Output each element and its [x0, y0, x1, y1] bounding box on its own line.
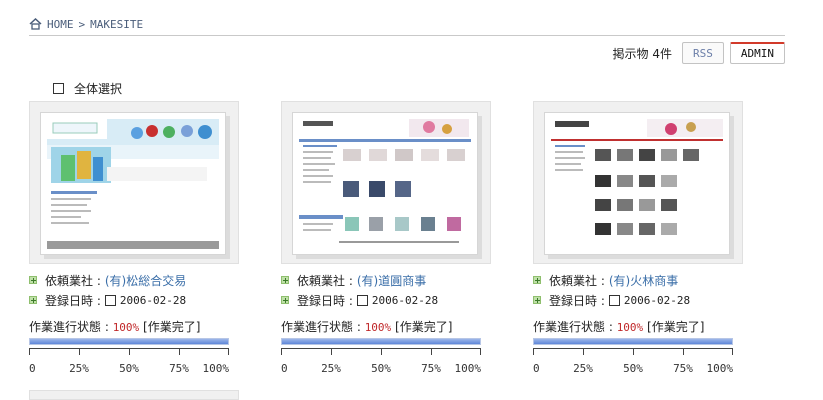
breadcrumb-current: MAKESITE [90, 17, 144, 31]
progress-scale [29, 348, 229, 362]
scale-tick [480, 349, 481, 355]
scale-tick [129, 349, 130, 355]
client-link[interactable]: (有)道圓商事 [357, 272, 426, 289]
progress-state: [作業完了] [395, 320, 453, 334]
scale-label: 25% [69, 362, 89, 375]
home-icon[interactable] [29, 18, 42, 30]
client-link[interactable]: (有)火林商事 [609, 272, 678, 289]
progress-fill [534, 339, 732, 344]
registration-date: 2006-02-28 [371, 293, 439, 307]
progress-scale [281, 348, 481, 362]
scale-tick [583, 349, 584, 355]
progress-fill [30, 339, 228, 344]
scale-label: 50% [371, 362, 391, 375]
progress-status: 作業進行状態 : 100% [作業完了] [29, 318, 239, 336]
registration-date: 2006-02-28 [119, 293, 187, 307]
post-count: 掲示物 4件 [612, 46, 672, 61]
plus-icon [533, 296, 541, 304]
progress-state: [作業完了] [143, 320, 201, 334]
progress-scale-labels: 0 25% 50% 75% 100% [29, 362, 229, 376]
client-label: 依頼業社 : [45, 273, 101, 288]
breadcrumb-home[interactable]: HOME [47, 18, 74, 31]
progress-scale-labels: 0 25% 50% 75% 100% [533, 362, 733, 376]
admin-button[interactable]: ADMIN [729, 42, 785, 64]
site-card: 依頼業社 : (有)道圓商事 登録日時 : 2006-02-28 作業進行状態 : … [281, 101, 491, 376]
progress-bar [533, 338, 733, 345]
site-thumbnail[interactable] [551, 119, 723, 249]
progress-state: [作業完了] [647, 320, 705, 334]
progress-scale-labels: 0 25% 50% 75% 100% [281, 362, 481, 376]
thumbnail-frame [281, 101, 491, 264]
site-card: 依頼業社 : (有)火林商事 登録日時 : 2006-02-28 作業進行状態 : … [533, 101, 743, 376]
thumbnail-frame [29, 101, 239, 264]
registration-date: 2006-02-28 [623, 293, 691, 307]
date-label: 登録日時 : [297, 293, 353, 308]
scale-tick [633, 349, 634, 355]
scale-label: 100% [706, 362, 734, 375]
status-label: 作業進行状態 : [29, 320, 109, 334]
rss-button[interactable]: RSS [682, 42, 724, 64]
scale-label: 0 [533, 362, 540, 375]
scale-tick [381, 349, 382, 355]
item-checkbox[interactable] [356, 294, 368, 306]
site-card: 依頼業社 : (有)松総合交易 登録日時 : 2006-02-28 作業進行状態 :… [29, 101, 239, 376]
site-thumbnail[interactable] [47, 119, 219, 249]
breadcrumb: HOME > MAKESITE [29, 15, 143, 33]
scale-label: 25% [573, 362, 593, 375]
thumbnail-frame [533, 101, 743, 264]
breadcrumb-separator: > [78, 17, 86, 31]
progress-status: 作業進行状態 : 100% [作業完了] [533, 318, 743, 336]
toolbar: 掲示物 4件 RSS ADMIN [613, 42, 785, 64]
scale-label: 100% [202, 362, 230, 375]
client-label: 依頼業社 : [297, 273, 353, 288]
scale-tick [79, 349, 80, 355]
plus-icon [281, 296, 289, 304]
date-label: 登録日時 : [45, 293, 101, 308]
scale-label: 75% [673, 362, 693, 375]
select-all: 全体選択 [53, 80, 122, 97]
progress-percent: 100% [364, 321, 392, 334]
header-divider [29, 35, 785, 36]
status-label: 作業進行状態 : [533, 320, 613, 334]
date-label: 登録日時 : [549, 293, 605, 308]
plus-icon [29, 276, 37, 284]
status-label: 作業進行状態 : [281, 320, 361, 334]
item-checkbox[interactable] [608, 294, 620, 306]
select-all-label: 全体選択 [74, 82, 123, 96]
progress-bar [281, 338, 481, 345]
plus-icon [29, 296, 37, 304]
progress-percent: 100% [616, 321, 644, 334]
scale-tick [29, 349, 30, 355]
scale-label: 0 [281, 362, 288, 375]
client-link[interactable]: (有)松総合交易 [105, 272, 186, 289]
site-thumbnail[interactable] [299, 119, 471, 249]
scale-tick [228, 349, 229, 355]
plus-icon [281, 276, 289, 284]
scale-tick [683, 349, 684, 355]
scale-tick [331, 349, 332, 355]
scale-label: 50% [623, 362, 643, 375]
scale-label: 75% [169, 362, 189, 375]
progress-percent: 100% [112, 321, 140, 334]
scale-tick [179, 349, 180, 355]
plus-icon [533, 276, 541, 284]
progress-status: 作業進行状態 : 100% [作業完了] [281, 318, 491, 336]
scale-label: 100% [454, 362, 482, 375]
scale-tick [732, 349, 733, 355]
scale-label: 0 [29, 362, 36, 375]
select-all-checkbox[interactable] [53, 83, 64, 94]
item-checkbox[interactable] [104, 294, 116, 306]
client-label: 依頼業社 : [549, 273, 605, 288]
site-card-partial [29, 390, 239, 400]
scale-tick [431, 349, 432, 355]
scale-label: 75% [421, 362, 441, 375]
progress-fill [282, 339, 480, 344]
scale-label: 50% [119, 362, 139, 375]
progress-scale [533, 348, 733, 362]
progress-bar [29, 338, 229, 345]
scale-tick [281, 349, 282, 355]
scale-tick [533, 349, 534, 355]
scale-label: 25% [321, 362, 341, 375]
